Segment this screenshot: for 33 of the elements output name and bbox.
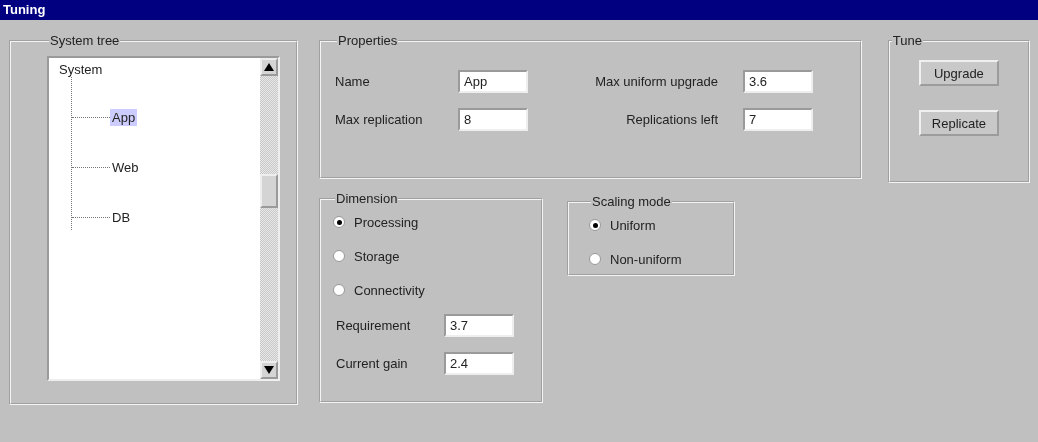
field-label: Replications left — [625, 112, 719, 127]
radio-button[interactable]: Non-uniform — [589, 249, 682, 269]
field-label: Name — [335, 74, 371, 89]
tree-node[interactable]: Web — [110, 159, 141, 176]
scroll-up-icon[interactable] — [260, 58, 278, 76]
group-title: Properties — [337, 33, 399, 48]
text-field[interactable]: 8 — [458, 108, 528, 131]
radio-button[interactable]: Connectivity — [333, 280, 425, 300]
window-title: Tuning — [0, 0, 1038, 20]
tree-node[interactable]: App — [110, 109, 138, 126]
radio-button[interactable]: Uniform — [589, 215, 656, 235]
field-label: Max replication — [335, 112, 424, 127]
scrollbar[interactable] — [260, 58, 278, 379]
text-field[interactable]: 3.7 — [444, 314, 514, 337]
scroll-thumb[interactable] — [260, 174, 278, 208]
text-field[interactable]: 7 — [743, 108, 813, 131]
radio-button[interactable]: Processing — [333, 212, 419, 232]
group-title: Scaling mode — [591, 194, 672, 209]
action-button[interactable]: Upgrade — [918, 60, 999, 86]
field-label: Current gain — [336, 356, 409, 371]
group-title: System tree — [49, 33, 121, 48]
text-field[interactable]: App — [458, 70, 528, 93]
field-label: Max uniform upgrade — [594, 74, 719, 89]
scroll-down-icon[interactable] — [260, 361, 278, 379]
text-field[interactable]: 2.4 — [444, 352, 514, 375]
group-title: Tune — [891, 33, 923, 48]
group-title: Dimension — [335, 191, 399, 206]
text-field[interactable]: 3.6 — [743, 70, 813, 93]
field-label: Requirement — [336, 318, 412, 333]
tree-node[interactable]: DB — [110, 209, 133, 226]
radio-button[interactable]: Storage — [333, 246, 400, 266]
tree-node[interactable]: System — [57, 61, 105, 78]
action-button[interactable]: Replicate — [918, 110, 999, 136]
